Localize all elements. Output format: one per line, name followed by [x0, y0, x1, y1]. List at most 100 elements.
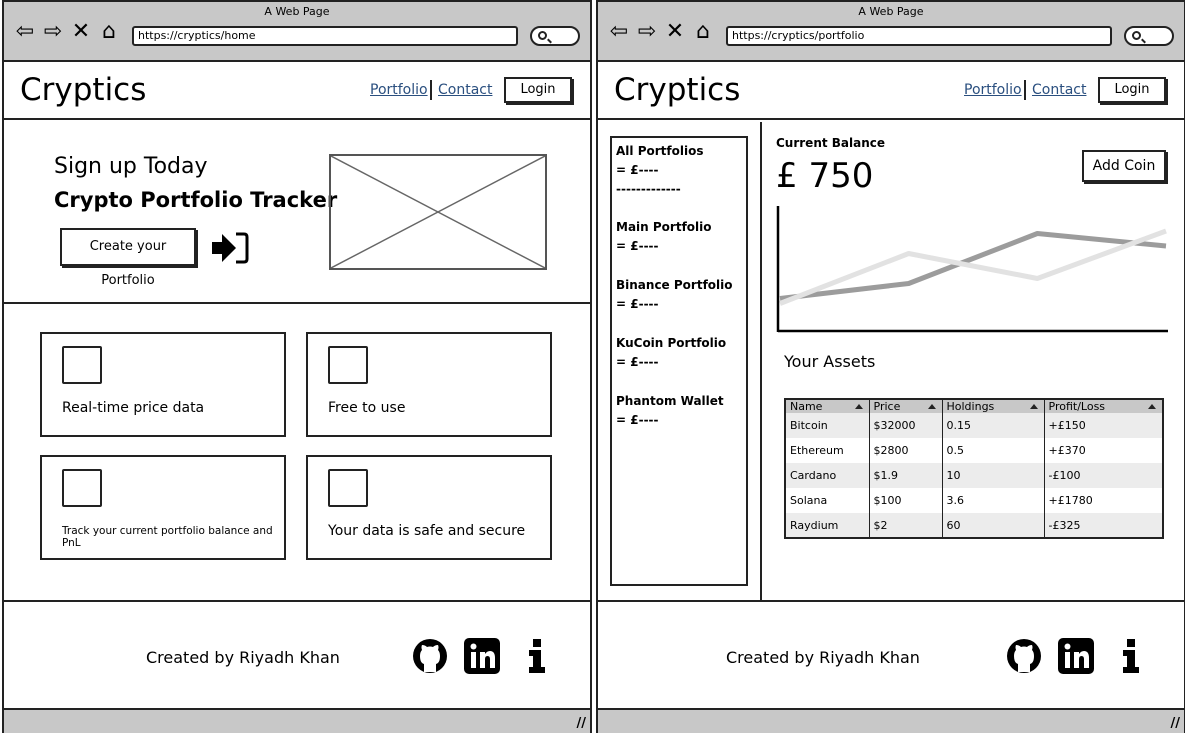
table-row[interactable]: Ethereum $2800 0.5 +£370: [785, 438, 1163, 463]
feature-card-free: Free to use: [306, 332, 552, 437]
cell-price: $2800: [869, 438, 943, 463]
portfolio-value: = £----: [616, 297, 659, 311]
browser-status-bar: //: [4, 710, 590, 733]
balance-line-chart: [776, 206, 1168, 333]
portfolio-name: KuCoin Portfolio: [616, 336, 727, 350]
nav-divider: [430, 80, 432, 100]
info-icon[interactable]: [1112, 636, 1152, 676]
cell-price: $1.9: [869, 463, 943, 488]
add-coin-button[interactable]: Add Coin: [1082, 150, 1166, 182]
cell-price: $100: [869, 488, 943, 513]
url-bar[interactable]: https://cryptics/portfolio: [726, 26, 1112, 46]
browser-chrome: A Web Page ⇦ ⇨ ✕ ⌂ https://cryptics/home: [4, 2, 590, 62]
table-header-row: Name Price Holdings Profit/Loss: [785, 399, 1163, 413]
close-icon[interactable]: ✕: [70, 20, 92, 44]
sort-arrow-icon: [927, 404, 936, 409]
browser-status-bar: //: [598, 710, 1184, 733]
url-bar[interactable]: https://cryptics/home: [132, 26, 518, 46]
portfolio-item-kucoin[interactable]: KuCoin Portfolio = £----: [616, 334, 726, 372]
footer-credit: Created by Riyadh Khan: [146, 648, 340, 667]
cell-holdings: 0.5: [942, 438, 1045, 463]
feature-image-placeholder: [328, 346, 368, 384]
github-icon[interactable]: [410, 636, 450, 676]
browser-window-portfolio: A Web Page ⇦ ⇨ ✕ ⌂ https://cryptics/port…: [596, 0, 1185, 733]
cell-holdings: 10: [942, 463, 1045, 488]
resize-grip-icon[interactable]: //: [577, 716, 587, 731]
feature-text: Free to use: [328, 400, 406, 416]
nav-link-portfolio[interactable]: Portfolio: [370, 82, 428, 98]
search-icon: [538, 31, 547, 40]
portfolio-list: All Portfolios = £---- ------------- Mai…: [610, 136, 748, 586]
back-arrow-icon[interactable]: ⇦: [608, 20, 630, 44]
column-header-profit-loss[interactable]: Profit/Loss: [1044, 399, 1163, 413]
portfolio-item-phantom[interactable]: Phantom Wallet = £----: [616, 392, 724, 430]
portfolio-value: = £----: [616, 239, 659, 253]
cell-name: Bitcoin: [785, 413, 870, 438]
column-header-price[interactable]: Price: [869, 399, 943, 413]
portfolio-value: = £----: [616, 355, 659, 369]
linkedin-icon[interactable]: [462, 636, 502, 676]
nav-divider: [1024, 80, 1026, 100]
site-footer: Created by Riyadh Khan: [4, 600, 590, 710]
feature-card-secure: Your data is safe and secure: [306, 455, 552, 560]
table-row[interactable]: Raydium $2 60 -£325: [785, 513, 1163, 538]
forward-arrow-icon[interactable]: ⇨: [636, 20, 658, 44]
site-header: Cryptics Portfolio Contact Login: [4, 62, 590, 120]
nav-link-portfolio[interactable]: Portfolio: [964, 82, 1022, 98]
feature-image-placeholder: [328, 469, 368, 507]
portfolio-item-main[interactable]: Main Portfolio = £----: [616, 218, 712, 256]
home-icon[interactable]: ⌂: [98, 20, 120, 44]
portfolio-name: All Portfolios: [616, 144, 704, 158]
sort-arrow-icon: [1029, 404, 1038, 409]
cell-price: $32000: [869, 413, 943, 438]
table-row[interactable]: Solana $100 3.6 +£1780: [785, 488, 1163, 513]
sort-arrow-icon: [1148, 404, 1156, 409]
cell-name: Raydium: [785, 513, 870, 538]
window-title: A Web Page: [858, 5, 924, 18]
hero-title: Crypto Portfolio Tracker: [54, 188, 338, 212]
balance-label: Current Balance: [776, 136, 886, 150]
portfolio-item-all[interactable]: All Portfolios = £---- -------------: [616, 142, 703, 199]
feature-text: Your data is safe and secure: [328, 523, 526, 539]
back-arrow-icon[interactable]: ⇦: [14, 20, 36, 44]
login-button[interactable]: Login: [504, 77, 572, 103]
home-icon[interactable]: ⌂: [692, 20, 714, 44]
search-field[interactable]: [1124, 26, 1174, 46]
footer-credit: Created by Riyadh Khan: [726, 648, 920, 667]
brand-logo[interactable]: Cryptics: [20, 72, 146, 108]
cell-profit-loss: +£150: [1044, 413, 1163, 438]
portfolio-value: = £----: [616, 163, 659, 177]
browser-nav-buttons: ⇦ ⇨ ✕ ⌂: [608, 20, 714, 44]
browser-window-home: A Web Page ⇦ ⇨ ✕ ⌂ https://cryptics/home…: [2, 0, 592, 733]
create-portfolio-button[interactable]: Create your Portfolio: [60, 228, 196, 288]
feature-card-realtime: Real-time price data: [40, 332, 286, 437]
cell-profit-loss: -£325: [1044, 513, 1163, 538]
portfolio-name: Phantom Wallet: [616, 394, 724, 408]
brand-logo[interactable]: Cryptics: [614, 72, 740, 108]
column-header-holdings[interactable]: Holdings: [942, 399, 1045, 413]
linkedin-icon[interactable]: [1056, 636, 1096, 676]
browser-nav-buttons: ⇦ ⇨ ✕ ⌂: [14, 20, 120, 44]
forward-arrow-icon[interactable]: ⇨: [42, 20, 64, 44]
cell-profit-loss: +£1780: [1048, 494, 1093, 507]
cell-holdings: 0.15: [942, 413, 1045, 438]
github-icon[interactable]: [1004, 636, 1044, 676]
table-row[interactable]: Cardano $1.9 10 -£100: [785, 463, 1163, 488]
nav-link-contact[interactable]: Contact: [438, 82, 492, 98]
close-icon[interactable]: ✕: [664, 20, 686, 44]
feature-text: Real-time price data: [62, 400, 205, 416]
portfolio-item-binance[interactable]: Binance Portfolio = £----: [616, 276, 733, 314]
hero-tagline: Sign up Today: [54, 154, 208, 179]
nav-link-contact[interactable]: Contact: [1032, 82, 1086, 98]
resize-grip-icon[interactable]: //: [1171, 716, 1181, 731]
info-icon[interactable]: [518, 636, 558, 676]
feature-text: Track your current portfolio balance and…: [62, 525, 273, 549]
table-row[interactable]: Bitcoin $32000 0.15 +£150: [785, 413, 1163, 438]
site-footer: Created by Riyadh Khan: [598, 600, 1184, 710]
portfolio-name: Main Portfolio: [616, 220, 712, 234]
column-header-name[interactable]: Name: [785, 399, 870, 413]
search-field[interactable]: [530, 26, 580, 46]
sign-in-arrow-icon[interactable]: [210, 228, 250, 268]
cell-name: Solana: [785, 488, 870, 513]
login-button[interactable]: Login: [1098, 77, 1166, 103]
